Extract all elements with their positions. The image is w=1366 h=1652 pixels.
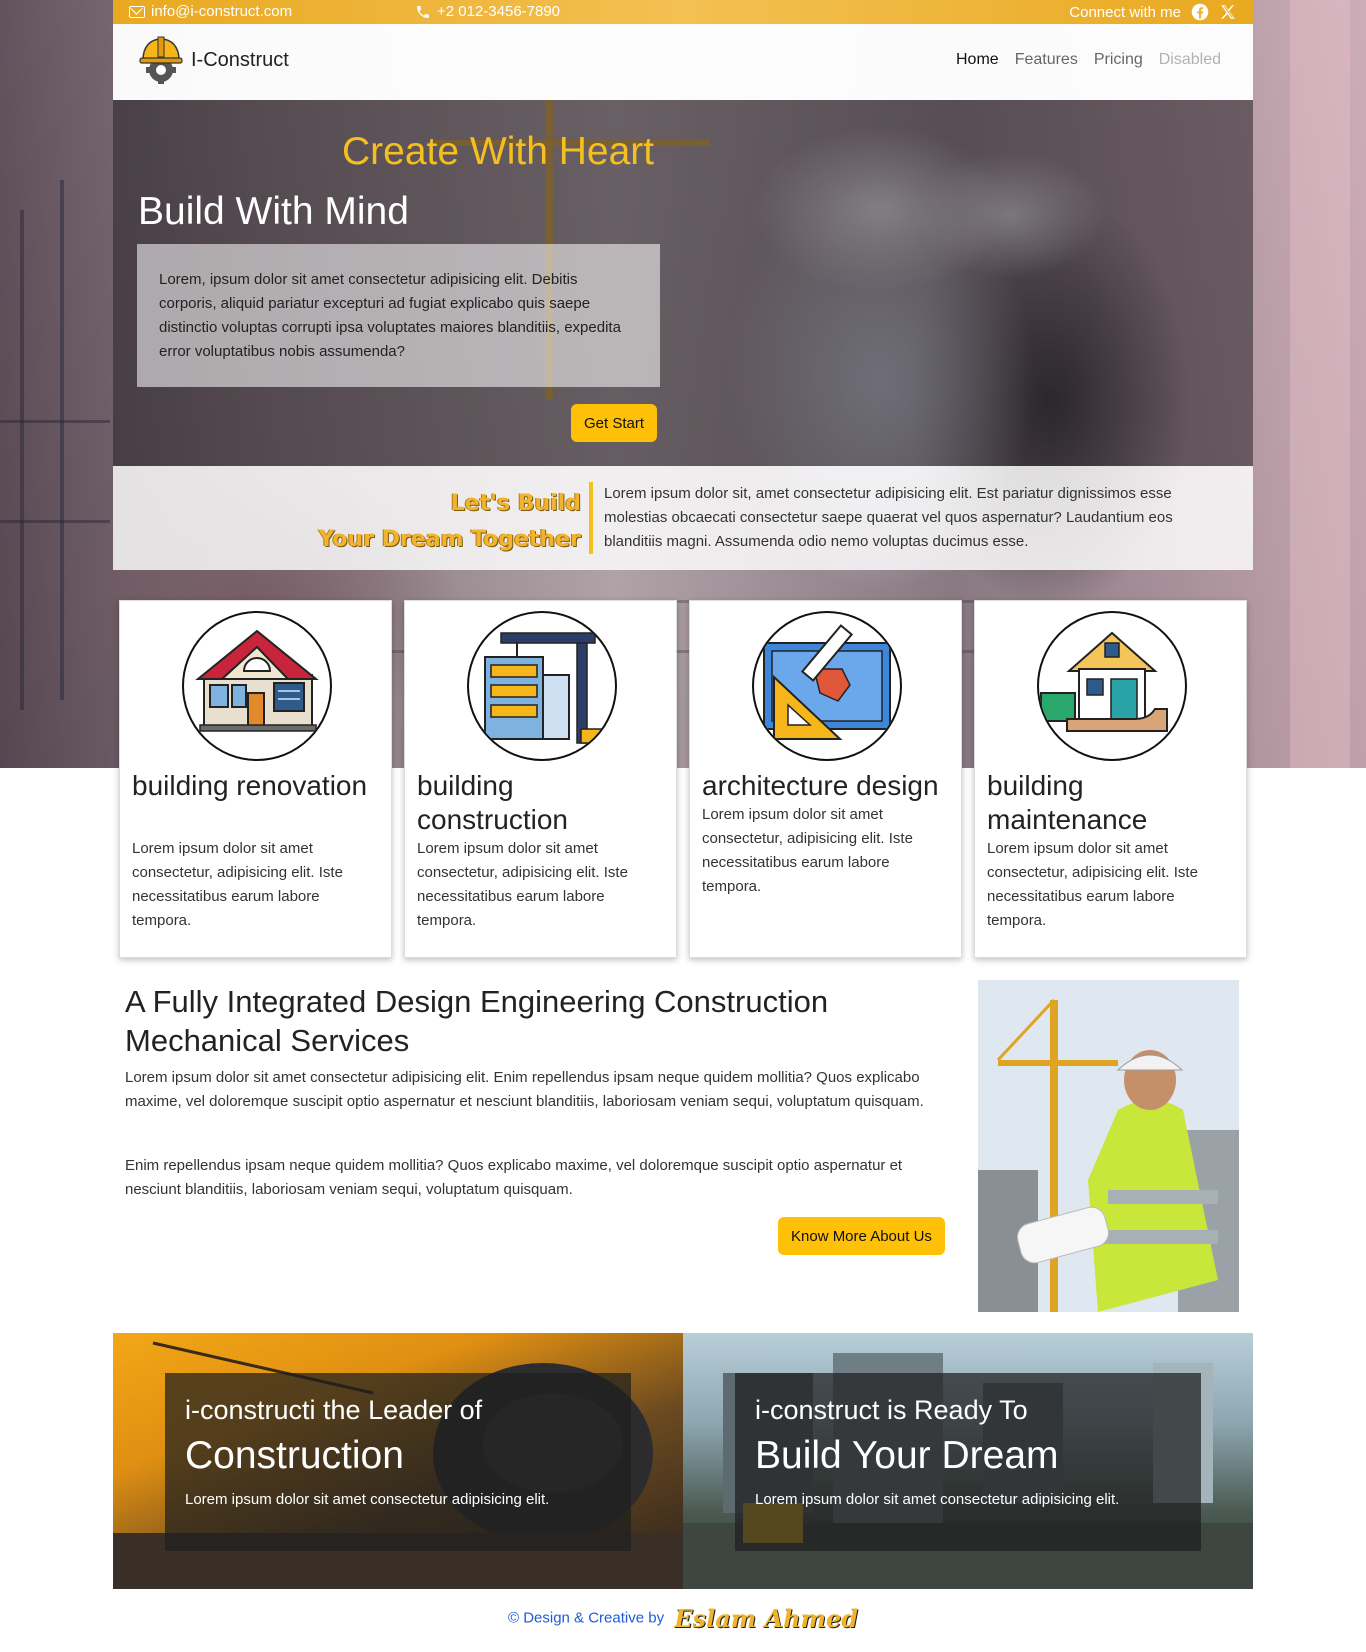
brand-link[interactable]: I-Construct [139,36,289,84]
dream-divider [589,482,593,554]
nav-features[interactable]: Features [1015,51,1078,69]
service-title: building construction [417,770,568,835]
brand-name: I-Construct [191,48,289,71]
crane-building-icon [467,611,617,761]
service-card-renovation[interactable]: building renovation Lorem ipsum dolor si… [119,600,392,958]
facebook-icon[interactable] [1191,3,1209,21]
dream-band: Let's Build Your Dream Together Lorem ip… [113,466,1253,570]
email-contact[interactable]: info@i-construct.com [129,3,292,20]
banner-line3: Lorem ipsum dolor sit amet consectetur a… [755,1491,1120,1508]
house-hand-icon [1037,611,1187,761]
banner-line2: Build Your Dream [755,1434,1059,1477]
nav-pricing[interactable]: Pricing [1094,51,1143,69]
dream-title: Let's Build Your Dream Together [319,486,581,558]
nav-disabled: Disabled [1158,51,1221,68]
dream-banner-box: i-construct is Ready To Build Your Dream… [735,1373,1201,1551]
engineer-photo [978,980,1239,1312]
hero-heading: Build With Mind [138,190,409,233]
social-connect: Connect with me [1069,3,1237,21]
phone-icon [417,5,429,18]
blueprint-icon [752,611,902,761]
phone-contact[interactable]: +2 012-3456-7890 [415,3,560,20]
dream-title-line1: Let's Build [450,491,581,516]
top-info-bar: info@i-construct.com +2 012-3456-7890 Co… [113,0,1253,24]
footer-credit: © Design & Creative by [507,1609,665,1627]
hero-description: Lorem, ipsum dolor sit amet consectetur … [137,244,660,387]
service-title: building maintenance [987,770,1148,835]
about-paragraph-2: Enim repellendus ipsam neque quidem moll… [125,1157,903,1198]
email-text: info@i-construct.com [151,3,293,20]
construction-helmet-gear-icon [139,36,183,84]
banner-line2: Construction [185,1434,404,1477]
designer-signature[interactable]: Eslam Ahmed [674,1604,858,1633]
banner-line1: i-constructi the Leader of [185,1395,483,1425]
service-title: architecture design [702,770,939,801]
banner-line3: Lorem ipsum dolor sit amet consectetur a… [185,1491,550,1508]
service-text: Lorem ipsum dolor sit amet consectetur, … [702,806,913,895]
dream-banner: i-construct is Ready To Build Your Dream… [683,1333,1253,1589]
connect-label: Connect with me [1069,3,1181,21]
know-more-button[interactable]: Know More About Us [778,1217,945,1255]
service-text: Lorem ipsum dolor sit amet consectetur, … [132,840,343,929]
service-card-construction[interactable]: building construction Lorem ipsum dolor … [404,600,677,958]
service-card-architecture[interactable]: architecture design Lorem ipsum dolor si… [689,600,962,958]
footer: © Design & Creative by Eslam Ahmed [0,1604,1366,1633]
get-start-button[interactable]: Get Start [571,404,658,442]
service-text: Lorem ipsum dolor sit amet consectetur, … [417,840,628,929]
banner-line1: i-construct is Ready To [755,1395,1028,1425]
x-icon[interactable] [1219,3,1237,21]
service-text: Lorem ipsum dolor sit amet consectetur, … [987,840,1198,929]
hero-section: Create With Heart Build With Mind Lorem,… [113,100,1253,466]
phone-text: +2 012-3456-7890 [437,3,561,20]
hero-accent-heading: Create With Heart [342,130,655,173]
service-card-maintenance[interactable]: building maintenance Lorem ipsum dolor s… [974,600,1247,958]
about-paragraph-1: Lorem ipsum dolor sit amet consectetur a… [125,1069,924,1110]
service-title: building renovation [132,770,368,801]
services-cards: building renovation Lorem ipsum dolor si… [119,600,1249,958]
house-icon [182,611,332,761]
leader-banner-box: i-constructi the Leader of Construction … [165,1373,631,1551]
about-title: A Fully Integrated Design Engineering Co… [125,984,829,1058]
nav-home[interactable]: Home [956,51,999,69]
leader-banner: i-constructi the Leader of Construction … [113,1333,683,1589]
dream-title-line2: Your Dream Together [318,527,581,552]
mail-icon [129,5,145,18]
main-nav: Home Features Pricing Disabled [956,51,1221,69]
navbar: I-Construct Home Features Pricing Disabl… [113,24,1253,100]
dream-description: Lorem ipsum dolor sit, amet consectetur … [604,485,1173,550]
